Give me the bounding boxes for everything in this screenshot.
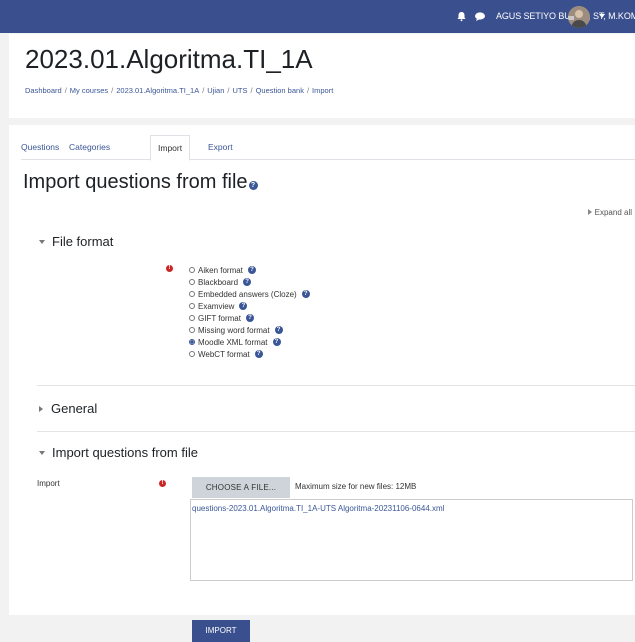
tab-bar: Questions Categories Import Export — [21, 135, 635, 161]
top-navbar: AGUS SETIYO BUDI N, ST, M.KOM — [0, 0, 635, 33]
breadcrumb-course[interactable]: 2023.01.Algoritma.TI_1A — [116, 86, 199, 95]
tab-questions[interactable]: Questions — [21, 135, 59, 159]
radio-button[interactable] — [189, 267, 195, 273]
course-title: 2023.01.Algoritma.TI_1A — [25, 44, 313, 74]
breadcrumb-question-bank[interactable]: Question bank — [256, 86, 304, 95]
section-general-label: General — [51, 401, 98, 416]
file-drop-area[interactable]: questions-2023.01.Algoritma.TI_1A-UTS Al… — [190, 499, 633, 581]
section-file-format[interactable]: File format — [39, 234, 113, 249]
course-header: 2023.01.Algoritma.TI_1A Dashboard / My cou… — [9, 34, 635, 118]
expand-all-label: Expand all — [594, 208, 632, 217]
format-label: Missing word format — [198, 325, 270, 335]
breadcrumb: Dashboard / My courses/2023.01.Algoritma.T… — [25, 86, 334, 95]
format-label: Moodle XML format — [198, 337, 268, 347]
import-button[interactable]: IMPORT — [192, 620, 250, 642]
user-name[interactable]: AGUS SETIYO BUDI N, ST, M.KOM — [496, 11, 635, 21]
format-radio-group: Aiken format? Blackboard? Embedded answe… — [189, 264, 310, 360]
import-field-label: Import — [37, 479, 60, 488]
help-icon[interactable]: ? — [274, 326, 283, 334]
breadcrumb-uts[interactable]: UTS — [232, 86, 247, 95]
required-icon: ! — [159, 480, 166, 487]
radio-button-selected[interactable] — [189, 339, 195, 345]
help-icon[interactable]: ? — [254, 350, 263, 358]
breadcrumb-ujian[interactable]: Ujian — [207, 86, 224, 95]
format-label: WebCT format — [198, 349, 250, 359]
max-size-text: Maximum size for new files: 12MB — [295, 482, 417, 491]
format-option-examview[interactable]: Examview? — [189, 300, 310, 312]
breadcrumb-my-courses[interactable]: My courses — [70, 86, 108, 95]
main-content: Questions Categories Import Export Impor… — [9, 125, 635, 642]
chevron-down-icon — [39, 240, 45, 244]
format-label: Embedded answers (Cloze) — [198, 289, 297, 299]
format-option-cloze[interactable]: Embedded answers (Cloze)? — [189, 288, 310, 300]
selected-file-link[interactable]: questions-2023.01.Algoritma.TI_1A-UTS Al… — [192, 504, 444, 513]
radio-button[interactable] — [189, 315, 195, 321]
radio-button[interactable] — [189, 303, 195, 309]
section-import-file-label: Import questions from file — [52, 445, 198, 460]
format-label: Aiken format — [198, 265, 243, 275]
bell-icon[interactable] — [456, 11, 467, 22]
format-option-moodle-xml[interactable]: Moodle XML format? — [189, 336, 310, 348]
help-icon[interactable]: ? — [248, 181, 258, 190]
section-import-file[interactable]: Import questions from file — [39, 445, 198, 460]
section-file-format-label: File format — [52, 234, 114, 249]
section-divider — [37, 431, 635, 432]
chevron-right-icon — [39, 406, 43, 412]
radio-button[interactable] — [189, 351, 195, 357]
radio-button[interactable] — [189, 279, 195, 285]
help-icon[interactable]: ? — [239, 302, 248, 310]
avatar[interactable] — [568, 6, 590, 28]
format-option-missing-word[interactable]: Missing word format? — [189, 324, 310, 336]
help-icon[interactable]: ? — [243, 278, 252, 286]
caret-down-icon[interactable] — [599, 14, 605, 18]
page-title-text: Import questions from file — [23, 171, 248, 193]
chat-icon[interactable] — [474, 11, 486, 22]
format-label: Examview — [198, 301, 235, 311]
page-title: Import questions from file? — [23, 171, 258, 194]
radio-button[interactable] — [189, 291, 195, 297]
tab-import[interactable]: Import — [150, 135, 191, 161]
radio-button[interactable] — [189, 327, 195, 333]
help-icon[interactable]: ? — [247, 266, 256, 274]
format-label: Blackboard — [198, 277, 239, 287]
format-label: GIFT format — [198, 313, 241, 323]
help-icon[interactable]: ? — [301, 290, 310, 298]
format-option-blackboard[interactable]: Blackboard? — [189, 276, 310, 288]
section-divider — [37, 385, 635, 386]
choose-file-button[interactable]: CHOOSE A FILE... — [192, 477, 290, 498]
format-option-webct[interactable]: WebCT format? — [189, 348, 310, 360]
help-icon[interactable]: ? — [245, 314, 254, 322]
tab-categories[interactable]: Categories — [69, 135, 110, 159]
help-icon[interactable]: ? — [272, 338, 281, 346]
required-icon: ! — [166, 265, 173, 272]
caret-right-icon — [587, 209, 592, 215]
chevron-down-icon — [39, 451, 45, 455]
expand-all-link[interactable]: Expand all — [587, 208, 632, 217]
breadcrumb-dashboard[interactable]: Dashboard — [25, 86, 62, 95]
breadcrumb-import[interactable]: Import — [312, 86, 333, 95]
format-option-gift[interactable]: GIFT format? — [189, 312, 310, 324]
tab-export[interactable]: Export — [208, 135, 233, 159]
section-general[interactable]: General — [39, 401, 97, 416]
format-option-aiken[interactable]: Aiken format? — [189, 264, 310, 276]
